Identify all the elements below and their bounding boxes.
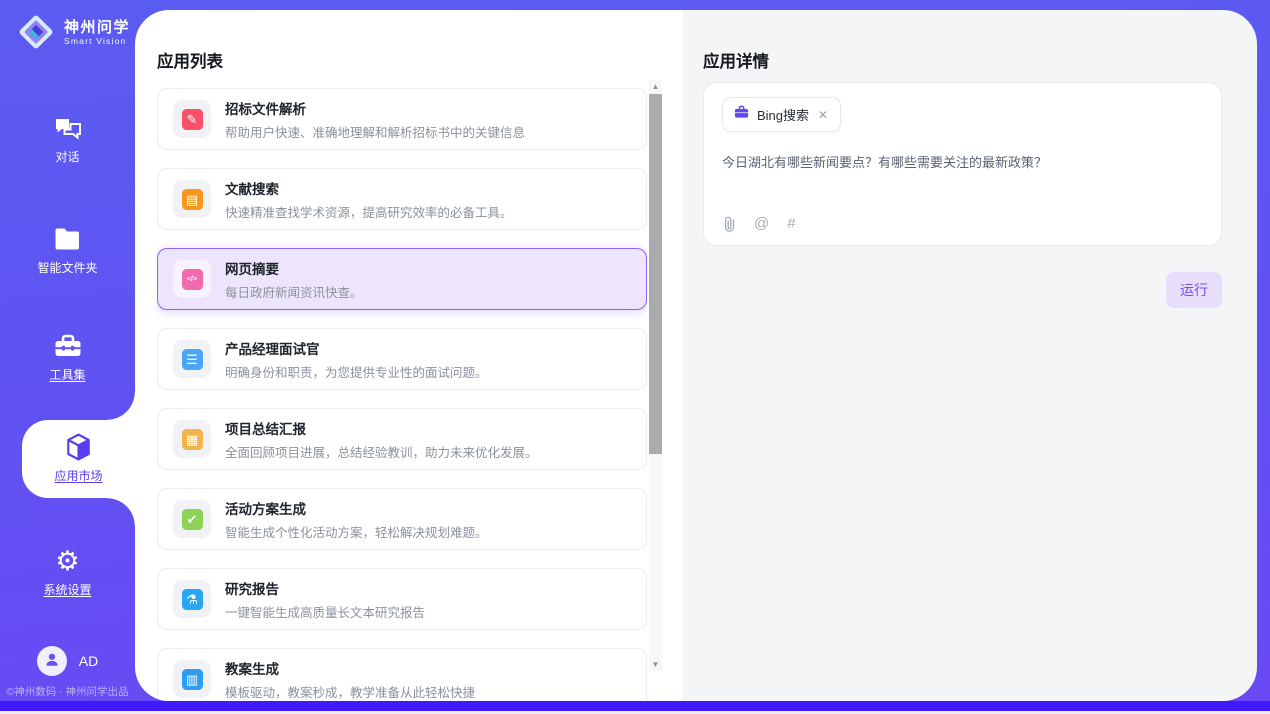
app-description: 明确身份和职责，为您提供专业性的面试问题。	[225, 362, 488, 381]
literature-search-icon: ▤	[182, 189, 203, 210]
tool-tag-bing-search[interactable]: Bing搜索 ✕	[722, 97, 841, 132]
app-iconbox: ✎	[173, 100, 211, 138]
scrollbar-up-icon[interactable]: ▲	[649, 80, 662, 93]
main-content: 应用列表 ✎ 招标文件解析帮助用户快速、准确地理解和解析招标书中的关键信息 ▤ 文献搜…	[135, 10, 1257, 701]
sidebar-item-1[interactable]: 对话	[0, 108, 135, 172]
sidebar-item-label: 工具集	[49, 366, 85, 383]
app-iconbox: ☰	[173, 340, 211, 378]
app-iconbox: </>	[173, 260, 211, 298]
app-list-item-1[interactable]: ✎ 招标文件解析帮助用户快速、准确地理解和解析招标书中的关键信息	[157, 88, 647, 150]
attachment-icon[interactable]	[723, 216, 736, 232]
app-list-item-8[interactable]: ▥ 教案生成模板驱动，教案秒成，教学准备从此轻松快捷	[157, 648, 647, 701]
app-detail-panel: 应用详情 Bing搜索 ✕ 今日湖北有哪些新闻要点？有哪些需要关注的最新政策？	[683, 10, 1257, 701]
app-iconbox: ▥	[173, 660, 211, 698]
sidebar-item-label: 应用市场	[54, 467, 102, 484]
app-description: 帮助用户快速、准确地理解和解析招标书中的关键信息	[225, 122, 525, 141]
close-icon[interactable]: ✕	[817, 108, 829, 122]
sidebar-item-label: 智能文件夹	[37, 259, 97, 276]
app-list-item-7[interactable]: ⚗ 研究报告一键智能生成高质量长文本研究报告	[157, 568, 647, 630]
sidebar-item-label: 对话	[55, 148, 79, 165]
diamond-logo-icon	[16, 12, 56, 52]
app-iconbox: ▦	[173, 420, 211, 458]
app-name: 项目总结汇报	[225, 418, 538, 438]
app-list-panel: 应用列表 ✎ 招标文件解析帮助用户快速、准确地理解和解析招标书中的关键信息 ▤ 文献搜…	[135, 10, 683, 701]
app-iconbox: ⚗	[173, 580, 211, 618]
scrollbar-down-icon[interactable]: ▼	[649, 658, 662, 671]
app-list-item-5[interactable]: ▦ 项目总结汇报全面回顾项目进展，总结经验教训，助力未来优化发展。	[157, 408, 647, 470]
app-description: 一键智能生成高质量长文本研究报告	[225, 602, 425, 621]
app-list-item-4[interactable]: ☰ 产品经理面试官明确身份和职责，为您提供专业性的面试问题。	[157, 328, 647, 390]
cube-icon	[65, 434, 93, 460]
project-report-icon: ▦	[182, 429, 203, 450]
lesson-plan-icon: ▥	[182, 669, 203, 690]
app-description: 模板驱动，教案秒成，教学准备从此轻松快捷	[225, 682, 475, 701]
app-name: 网页摘要	[225, 258, 363, 278]
input-toolbar: @ #	[723, 215, 796, 232]
user-label: AD	[79, 653, 98, 669]
user-account[interactable]: AD	[0, 646, 135, 676]
toolbox-icon	[54, 333, 82, 359]
app-detail-title: 应用详情	[703, 48, 769, 72]
hash-icon[interactable]: #	[787, 215, 795, 232]
scrollbar-thumb[interactable]	[649, 94, 662, 454]
app-name: 活动方案生成	[225, 498, 488, 518]
app-window: 神州问学 Smart Vision 对话智能文件夹工具集应用市场 ⚙ 系统设置 AD…	[0, 0, 1270, 711]
app-logo: 神州问学 Smart Vision	[16, 12, 130, 52]
app-description: 快速精准查找学术资源，提高研究效率的必备工具。	[225, 202, 513, 221]
mention-icon[interactable]: @	[754, 215, 769, 232]
research-report-icon: ⚗	[182, 589, 203, 610]
logo-title: 神州问学	[64, 19, 130, 36]
briefcase-icon	[734, 105, 749, 124]
interviewer-icon: ☰	[182, 349, 203, 370]
gear-icon: ⚙	[54, 548, 82, 574]
person-icon	[43, 650, 61, 673]
copyright-text: ©神州数码 · 神州问学出品	[0, 684, 135, 699]
query-text-input[interactable]: 今日湖北有哪些新闻要点？有哪些需要关注的最新政策？	[722, 153, 1203, 173]
prompt-card: Bing搜索 ✕ 今日湖北有哪些新闻要点？有哪些需要关注的最新政策？ @ #	[703, 82, 1222, 246]
app-description: 智能生成个性化活动方案，轻松解决规划难题。	[225, 522, 488, 541]
sidebar-item-3[interactable]: 工具集	[0, 326, 135, 390]
app-name: 教案生成	[225, 658, 475, 678]
folder-icon	[54, 226, 82, 252]
app-list-item-2[interactable]: ▤ 文献搜索快速精准查找学术资源，提高研究效率的必备工具。	[157, 168, 647, 230]
bottom-accent-strip	[0, 701, 1270, 711]
sidebar-item-label: 系统设置	[43, 581, 91, 598]
app-description: 全面回顾项目进展，总结经验教训，助力未来优化发展。	[225, 442, 538, 461]
app-name: 文献搜索	[225, 178, 513, 198]
app-name: 产品经理面试官	[225, 338, 488, 358]
chat-icon	[54, 115, 82, 141]
app-iconbox: ▤	[173, 180, 211, 218]
web-summary-icon: </>	[182, 269, 203, 290]
bid-parse-icon: ✎	[182, 109, 203, 130]
tool-tag-label: Bing搜索	[757, 105, 809, 124]
logo-subtitle: Smart Vision	[64, 36, 130, 46]
event-plan-icon: ✔	[182, 509, 203, 530]
sidebar-item-2[interactable]: 智能文件夹	[0, 219, 135, 283]
sidebar-item-4[interactable]: 应用市场	[22, 420, 135, 498]
app-list: ✎ 招标文件解析帮助用户快速、准确地理解和解析招标书中的关键信息 ▤ 文献搜索快速精准…	[157, 88, 647, 701]
app-description: 每日政府新闻资讯快查。	[225, 282, 363, 301]
app-list-item-6[interactable]: ✔ 活动方案生成智能生成个性化活动方案，轻松解决规划难题。	[157, 488, 647, 550]
sidebar: 神州问学 Smart Vision 对话智能文件夹工具集应用市场 ⚙ 系统设置 AD…	[0, 0, 135, 711]
app-list-item-3[interactable]: </> 网页摘要每日政府新闻资讯快查。	[157, 248, 647, 310]
sidebar-item-5[interactable]: ⚙ 系统设置	[0, 541, 135, 605]
app-list-title: 应用列表	[157, 48, 223, 72]
app-name: 招标文件解析	[225, 98, 525, 118]
run-button[interactable]: 运行	[1166, 272, 1222, 308]
avatar	[37, 646, 67, 676]
app-name: 研究报告	[225, 578, 425, 598]
run-row: 运行	[1166, 272, 1222, 308]
scrollbar[interactable]: ▲ ▼	[649, 80, 662, 671]
app-iconbox: ✔	[173, 500, 211, 538]
